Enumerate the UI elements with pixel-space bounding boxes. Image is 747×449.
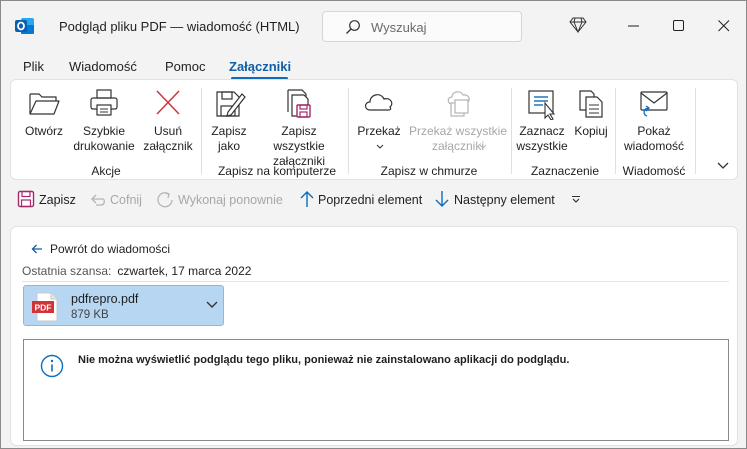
- arrow-left-icon: [31, 244, 42, 254]
- next-item-button[interactable]: Następny element: [434, 190, 555, 210]
- ribbon-separator: [695, 88, 696, 174]
- tab-message[interactable]: Wiadomość: [69, 59, 137, 74]
- tab-help[interactable]: Pomoc: [165, 59, 205, 74]
- cloud-multiple-icon: [447, 91, 470, 117]
- folder-open-icon: [29, 93, 60, 115]
- ribbon: Otwórz Szybkie drukowanie Usuń załącznik…: [10, 79, 738, 180]
- redo-label: Wykonaj ponownie: [178, 193, 283, 207]
- envelope-icon: [640, 91, 668, 117]
- last-chance-info: Ostatnia szansa: czwartek, 17 marca 2022: [22, 264, 251, 278]
- last-chance-label: Ostatnia szansa:: [22, 264, 112, 278]
- group-message-label: Wiadomość: [622, 164, 686, 178]
- remove-attachment-button[interactable]: Usuń załącznik: [137, 80, 199, 160]
- show-message-label: Pokaż wiadomość: [623, 124, 685, 153]
- save-button[interactable]: Zapisz: [17, 190, 77, 210]
- printer-icon: [90, 89, 118, 116]
- close-button[interactable]: [711, 13, 737, 39]
- select-all-icon: [528, 90, 556, 120]
- quick-print-button[interactable]: Szybkie drukowanie: [69, 80, 139, 160]
- undo-label: Cofnij: [110, 193, 142, 207]
- ribbon-separator: [348, 88, 349, 174]
- group-save-computer-label: Zapisz na komputerze: [217, 164, 337, 178]
- title-bar: Podgląd pliku PDF — wiadomość (HTML): [1, 1, 746, 51]
- info-icon: [40, 354, 64, 378]
- remove-attachment-label: Usuń załącznik: [143, 124, 193, 153]
- next-item-label: Następny element: [454, 193, 555, 207]
- redo-button[interactable]: Wykonaj ponownie: [156, 190, 286, 210]
- arrow-up-icon: [300, 191, 314, 207]
- ribbon-collapse-chevron-icon[interactable]: [717, 162, 729, 170]
- group-save-cloud-label: Zapisz w chmurze: [380, 164, 478, 178]
- redo-icon: [157, 192, 173, 208]
- close-icon: [718, 20, 730, 32]
- group-selection-label: Zaznaczenie: [530, 164, 600, 178]
- diamond-premium-icon[interactable]: [569, 17, 587, 33]
- save-as-button[interactable]: Zapisz jako: [205, 80, 253, 160]
- quick-print-label: Szybkie drukowanie: [73, 124, 135, 153]
- open-label: Otwórz: [24, 124, 63, 138]
- arrow-down-icon: [435, 191, 449, 207]
- search-box[interactable]: [322, 11, 522, 42]
- save-all-attachments-button[interactable]: Zapisz wszystkie załączniki: [255, 80, 343, 168]
- pdf-file-icon: PDF: [32, 292, 58, 322]
- cloud-icon: [364, 94, 393, 111]
- undo-icon: [91, 194, 105, 206]
- copy-icon: [579, 90, 603, 118]
- maximize-icon: [673, 20, 684, 31]
- save-label: Zapisz: [39, 193, 76, 207]
- copy-label: Kopiuj: [574, 124, 608, 138]
- tab-file[interactable]: Plik: [23, 59, 44, 74]
- preview-pane: Powrót do wiadomości Ostatnia szansa: czw…: [10, 226, 738, 446]
- previous-item-button[interactable]: Poprzedni element: [299, 190, 423, 210]
- quick-toolbar: Zapisz Cofnij Wykonaj ponownie Poprzedni…: [10, 184, 738, 214]
- attachment-name: pdfrepro.pdf: [71, 292, 139, 306]
- ribbon-separator: [201, 88, 202, 174]
- save-as-label: Zapisz jako: [211, 124, 247, 153]
- outlook-app-icon: [15, 18, 34, 34]
- undo-button[interactable]: Cofnij: [88, 190, 148, 210]
- attachment-card[interactable]: PDF pdfrepro.pdf 879 KB: [23, 285, 224, 326]
- open-button[interactable]: Otwórz: [15, 80, 73, 160]
- back-to-message-label: Powrót do wiadomości: [50, 242, 171, 256]
- ribbon-separator: [511, 88, 512, 174]
- save-all-icon: [287, 89, 311, 118]
- save-as-icon: [216, 91, 246, 117]
- group-actions-label: Akcje: [91, 164, 121, 178]
- previous-item-label: Poprzedni element: [318, 193, 423, 207]
- forward-all-attachments-button[interactable]: Przekaż wszystkie załączniki: [407, 80, 509, 160]
- save-icon: [17, 190, 35, 208]
- ribbon-separator: [615, 88, 616, 174]
- attachment-dropdown-chevron-icon[interactable]: [206, 301, 218, 309]
- forward-all-attachments-label: Przekaż wszystkie załączniki: [408, 124, 508, 153]
- tab-attachments[interactable]: Załączniki: [229, 59, 291, 74]
- attachment-size: 879 KB: [71, 309, 109, 321]
- search-input[interactable]: [371, 18, 511, 36]
- show-message-button[interactable]: Pokaż wiadomość: [619, 80, 689, 160]
- forward-button[interactable]: Przekaż: [351, 80, 407, 160]
- notice-message: Nie można wyświetlić podglądu tego pliku…: [78, 354, 570, 366]
- preview-unavailable-notice: Nie można wyświetlić podglądu tego pliku…: [23, 339, 729, 441]
- forward-dropdown-icon: [376, 144, 384, 149]
- maximize-button[interactable]: [666, 13, 692, 39]
- select-all-label: Zaznacz wszystkie: [516, 124, 568, 153]
- window-title: Podgląd pliku PDF — wiadomość (HTML): [59, 19, 300, 34]
- delete-x-icon: [156, 90, 180, 115]
- copy-button[interactable]: Kopiuj: [571, 80, 611, 160]
- toolbar-overflow-chevron-icon[interactable]: [571, 195, 581, 205]
- forward-label: Przekaż: [357, 124, 401, 138]
- last-chance-date: czwartek, 17 marca 2022: [117, 264, 252, 278]
- divider: [22, 281, 729, 282]
- forward-all-dropdown-icon: [479, 144, 487, 149]
- outlook-window: Podgląd pliku PDF — wiadomość (HTML) Pli…: [0, 0, 747, 449]
- search-icon: [346, 20, 360, 34]
- minimize-button[interactable]: [621, 13, 647, 39]
- save-all-attachments-label: Zapisz wszystkie załączniki: [272, 124, 326, 168]
- menu-bar: Plik Wiadomość Pomoc Załączniki: [1, 51, 746, 79]
- select-all-button[interactable]: Zaznacz wszystkie: [514, 80, 570, 160]
- minimize-icon: [628, 25, 639, 27]
- pdf-badge: PDF: [35, 303, 52, 313]
